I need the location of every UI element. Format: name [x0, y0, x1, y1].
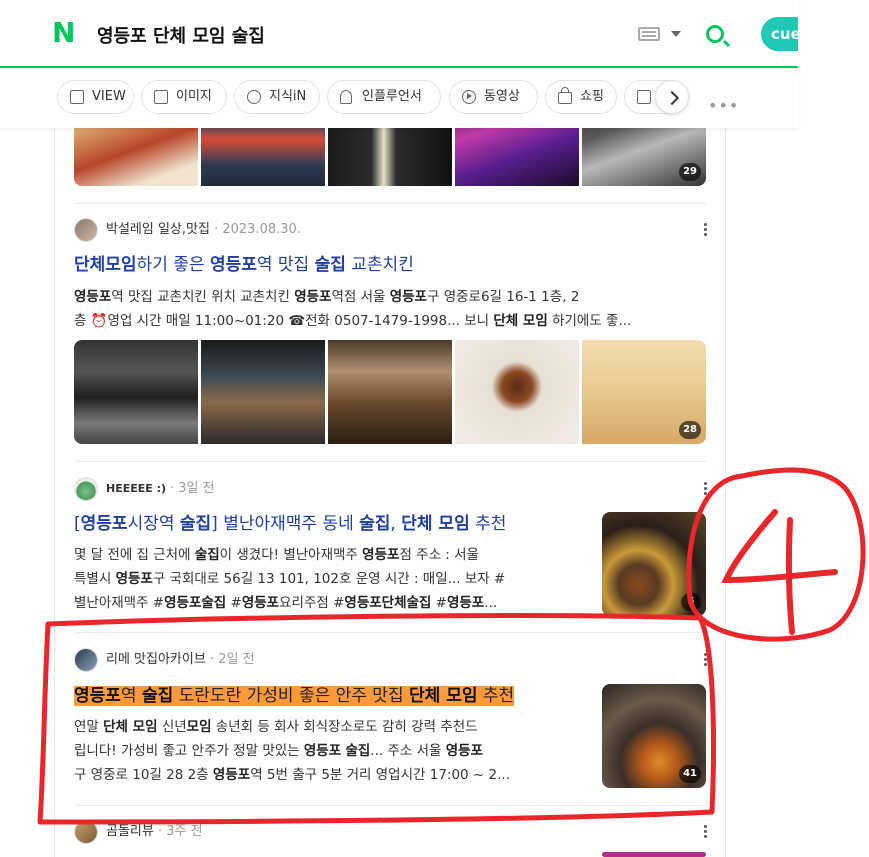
author-name[interactable]: HEEEEE :)	[106, 482, 166, 495]
result-thumbnail[interactable]: 5	[602, 512, 706, 616]
result-thumbnail[interactable]	[602, 852, 706, 857]
chevron-down-icon[interactable]	[671, 31, 681, 37]
tab-label: 이미지	[176, 89, 212, 104]
thumbnail-image[interactable]	[455, 340, 579, 444]
tabs-next-button[interactable]	[655, 80, 689, 114]
more-options-icon[interactable]	[700, 653, 710, 669]
tab-label: 쇼핑	[580, 89, 604, 104]
avatar[interactable]	[74, 820, 98, 844]
result-divider	[74, 632, 706, 633]
result-title[interactable]: 단체모임하기 좋은 영등포역 맛집 술집 교촌치킨	[74, 253, 414, 277]
image-count-badge: 5	[681, 593, 701, 611]
result-divider	[74, 203, 706, 204]
cue-button[interactable]: cue	[761, 17, 798, 51]
result-divider	[74, 461, 706, 462]
qna-icon	[247, 90, 261, 104]
tab-image[interactable]: 이미지	[141, 80, 227, 114]
result-description[interactable]: 영등포역 맛집 교촌치킨 위치 교촌치킨 영등포역점 서울 영등포구 영중로6길…	[74, 285, 706, 333]
tab-shopping[interactable]: 쇼핑	[545, 80, 617, 114]
tab-label: 지식iN	[269, 89, 307, 104]
tab-label: VIEW	[92, 89, 126, 104]
image-count-badge: 29	[679, 163, 701, 181]
search-icon[interactable]	[706, 25, 724, 43]
post-date: 2일 전	[218, 652, 255, 667]
tab-view[interactable]: VIEW	[57, 80, 134, 114]
title-text-highlighted: 영등포역 술집 도란도란 가성비 좋은 안주 맛집 단체 모임 추천	[74, 686, 515, 706]
thumbnail-image[interactable]	[328, 340, 452, 444]
result-description[interactable]: 연말 단체 모임 신년모임 송년회 등 회사 회식장소로도 감히 강력 추천드 …	[74, 715, 586, 787]
keyboard-icon[interactable]	[638, 27, 660, 41]
more-options-icon[interactable]	[700, 223, 710, 239]
more-options-icon[interactable]	[700, 482, 710, 498]
description-line: 연말 단체 모임 신년모임 송년회 등 회사 회식장소로도 감히 강력 추천드	[74, 719, 478, 735]
tab-influencer[interactable]: 인플루언서	[327, 80, 441, 114]
tab-video[interactable]: 동영상	[449, 80, 538, 114]
search-query-text[interactable]: 영등포 단체 모임 술집	[97, 22, 265, 48]
post-date: 3일 전	[178, 481, 215, 496]
avatar[interactable]	[74, 218, 98, 242]
search-header: N 영등포 단체 모임 술집 cue	[0, 0, 798, 68]
result-image-strip[interactable]: 28	[74, 340, 706, 444]
result-description[interactable]: 몇 달 전에 집 근처에 술집이 생겼다! 별난아재맥주 영등포점 주소 : 서…	[74, 543, 586, 615]
post-date: 2023.08.30.	[222, 222, 301, 237]
thumbnail-image[interactable]	[74, 340, 198, 444]
post-date: 3주 전	[166, 824, 203, 839]
image-count-badge: 28	[679, 421, 701, 439]
more-options-icon[interactable]	[700, 825, 710, 841]
annotation-number-four	[721, 509, 838, 635]
doc-icon	[70, 90, 84, 104]
image-count-badge: 41	[679, 765, 701, 783]
author-name[interactable]: 리메 맛집아카이브	[106, 652, 206, 667]
result-thumbnail[interactable]: 41	[602, 684, 706, 788]
result-title[interactable]: [영등포시장역 술집] 별난아재맥주 동네 술집, 단체 모임 추천	[74, 512, 506, 536]
avatar[interactable]	[74, 477, 98, 501]
news-icon	[637, 90, 651, 104]
description-line: 특별시 영등포구 국회대로 56길 13 101, 102호 운영 시간 : 매…	[74, 571, 506, 587]
play-icon	[462, 90, 476, 104]
description-line: 층 ⏰영업 시간 매일 11:00~01:20 ☎전화 0507-1479-19…	[74, 313, 632, 329]
title-text: [영등포시장역 술집] 별난아재맥주 동네 술집, 단체 모임 추천	[74, 514, 507, 534]
description-line: 립니다! 가성비 좋고 안주가 정말 맛있는 영등포 술집... 주소 서울 영…	[74, 743, 483, 759]
person-icon	[340, 90, 352, 104]
description-line: 별난아재맥주 #영등포술집 #영등포요리주점 #영등포단체술집 #영등포...	[74, 595, 498, 611]
thumbnail-image[interactable]: 28	[582, 340, 706, 444]
description-line: 몇 달 전에 집 근처에 술집이 생겼다! 별난아재맥주 영등포점 주소 : 서…	[74, 547, 479, 563]
author-name[interactable]: 곰돌리뷰	[106, 824, 154, 839]
avatar[interactable]	[74, 648, 98, 672]
image-icon	[154, 90, 168, 104]
naver-logo[interactable]: N	[52, 19, 80, 47]
search-tab-bar: VIEW 이미지 지식iN 인플루언서 동영상 쇼핑 뉴스 •••	[0, 68, 798, 128]
tab-kin[interactable]: 지식iN	[234, 80, 320, 114]
result-title[interactable]: 영등포역 술집 도란도란 가성비 좋은 안주 맛집 단체 모임 추천	[74, 684, 515, 708]
thumbnail-image[interactable]	[201, 340, 325, 444]
tab-label: 동영상	[484, 89, 520, 104]
tab-label: 인플루언서	[362, 89, 422, 104]
author-name[interactable]: 박설레임 일상,맛집	[106, 222, 210, 237]
description-line: 영등포역 맛집 교촌치킨 위치 교촌치킨 영등포역점 서울 영등포구 영중로6길…	[74, 289, 580, 305]
result-divider	[74, 805, 706, 806]
more-icon[interactable]: •••	[708, 96, 739, 115]
description-line: 구 영중로 10길 28 2층 영등포역 5번 출구 5분 거리 영업시간 17…	[74, 767, 510, 783]
bag-icon	[558, 87, 572, 104]
